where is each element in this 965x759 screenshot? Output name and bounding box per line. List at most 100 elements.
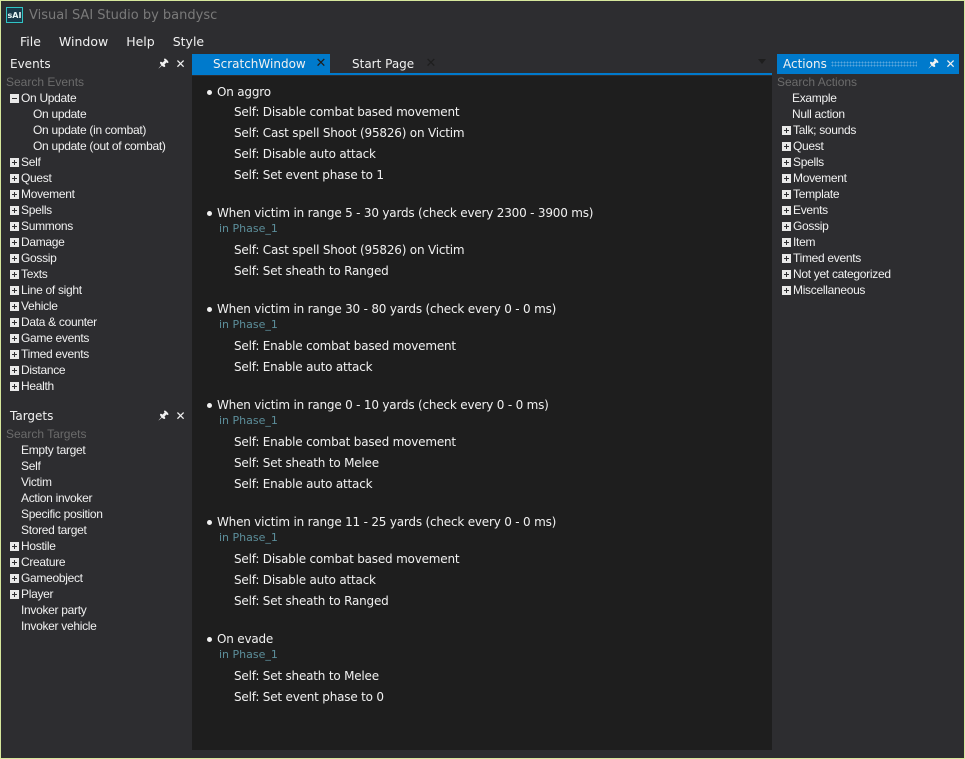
actions-search-input[interactable]: Search Actions <box>777 74 959 90</box>
event-title[interactable]: On evade <box>207 630 772 649</box>
tree-item-damage[interactable]: Damage <box>1 234 189 250</box>
expand-icon[interactable] <box>10 317 19 327</box>
script-editor[interactable]: On aggro Self: Disable combat based movem… <box>192 76 772 750</box>
event-action[interactable]: Self: Enable combat based movement <box>207 432 772 453</box>
expand-icon[interactable] <box>10 269 19 279</box>
menu-window[interactable]: Window <box>50 34 117 49</box>
tree-item-on-update-out-of-combat[interactable]: On update (out of combat) <box>1 138 189 154</box>
expand-icon[interactable] <box>782 205 791 215</box>
expand-icon[interactable] <box>782 157 791 167</box>
tree-item-timed-events[interactable]: Timed events <box>777 250 959 266</box>
tree-item-gameobject[interactable]: Gameobject <box>1 570 189 586</box>
menu-style[interactable]: Style <box>164 34 213 49</box>
expand-icon[interactable] <box>10 349 19 359</box>
script-event[interactable]: When victim in range 5 - 30 yards (check… <box>207 204 772 282</box>
tree-item-self[interactable]: Self <box>1 154 189 170</box>
expand-icon[interactable] <box>10 253 19 263</box>
tree-item-action-invoker[interactable]: Action invoker <box>1 490 189 506</box>
expand-icon[interactable] <box>782 189 791 199</box>
tree-item-on-update[interactable]: On update <box>1 106 189 122</box>
tree-item-self[interactable]: Self <box>1 458 189 474</box>
event-action[interactable]: Self: Disable auto attack <box>207 144 772 165</box>
tree-item-victim[interactable]: Victim <box>1 474 189 490</box>
tree-item-spells[interactable]: Spells <box>1 202 189 218</box>
tree-item-quest[interactable]: Quest <box>1 170 189 186</box>
event-action[interactable]: Self: Disable auto attack <box>207 570 772 591</box>
tree-item-miscellaneous[interactable]: Miscellaneous <box>777 282 959 298</box>
event-action[interactable]: Self: Cast spell Shoot (95826) on Victim <box>207 240 772 261</box>
expand-icon[interactable] <box>10 173 19 183</box>
menu-help[interactable]: Help <box>117 34 164 49</box>
event-action[interactable]: Self: Set sheath to Ranged <box>207 261 772 282</box>
expand-icon[interactable] <box>782 141 791 151</box>
expand-icon[interactable] <box>10 541 19 551</box>
tree-item-vehicle[interactable]: Vehicle <box>1 298 189 314</box>
tree-item-template[interactable]: Template <box>777 186 959 202</box>
event-action[interactable]: Self: Disable combat based movement <box>207 102 772 123</box>
tab-scratch-window[interactable]: ScratchWindow ✕ <box>192 54 330 73</box>
close-icon[interactable]: ✕ <box>172 57 189 71</box>
event-action[interactable]: Self: Enable auto attack <box>207 474 772 495</box>
tree-item-hostile[interactable]: Hostile <box>1 538 189 554</box>
expand-icon[interactable] <box>782 125 791 135</box>
expand-icon[interactable] <box>10 557 19 567</box>
expand-icon[interactable] <box>10 589 19 599</box>
menu-file[interactable]: File <box>11 34 50 49</box>
expand-icon[interactable] <box>10 285 19 295</box>
tree-item-on-update[interactable]: On Update <box>1 90 189 106</box>
tree-item-texts[interactable]: Texts <box>1 266 189 282</box>
event-title[interactable]: On aggro <box>207 83 772 102</box>
expand-icon[interactable] <box>10 301 19 311</box>
script-event[interactable]: On evade in Phase_1 Self: Set sheath to Me… <box>207 630 772 708</box>
event-title[interactable]: When victim in range 0 - 10 yards (check… <box>207 396 772 415</box>
tree-item-example[interactable]: Example <box>777 90 959 106</box>
tree-item-item[interactable]: Item <box>777 234 959 250</box>
tree-item-data-counter[interactable]: Data & counter <box>1 314 189 330</box>
script-event[interactable]: When victim in range 30 - 80 yards (chec… <box>207 300 772 378</box>
tree-item-game-events[interactable]: Game events <box>1 330 189 346</box>
tab-start-page[interactable]: Start Page ✕ <box>330 54 440 73</box>
tree-item-spells[interactable]: Spells <box>777 154 959 170</box>
tree-item-null-action[interactable]: Null action <box>777 106 959 122</box>
tree-item-distance[interactable]: Distance <box>1 362 189 378</box>
expand-icon[interactable] <box>10 381 19 391</box>
script-event[interactable]: On aggro Self: Disable combat based movem… <box>207 83 772 186</box>
tree-item-quest[interactable]: Quest <box>777 138 959 154</box>
expand-icon[interactable] <box>10 205 19 215</box>
expand-icon[interactable] <box>782 269 791 279</box>
event-action[interactable]: Self: Enable combat based movement <box>207 336 772 357</box>
tree-item-empty-target[interactable]: Empty target <box>1 442 189 458</box>
event-title[interactable]: When victim in range 11 - 25 yards (chec… <box>207 513 772 532</box>
drag-grip[interactable] <box>830 61 917 67</box>
pin-icon[interactable]: 🖈︎ <box>155 54 172 75</box>
events-search-input[interactable]: Search Events <box>1 74 189 90</box>
targets-search-input[interactable]: Search Targets <box>1 426 189 442</box>
event-action[interactable]: Self: Disable combat based movement <box>207 549 772 570</box>
expand-icon[interactable] <box>10 157 19 167</box>
tree-item-gossip[interactable]: Gossip <box>777 218 959 234</box>
close-icon[interactable]: ✕ <box>172 409 189 423</box>
expand-icon[interactable] <box>10 237 19 247</box>
expand-icon[interactable] <box>782 253 791 263</box>
tree-item-stored-target[interactable]: Stored target <box>1 522 189 538</box>
tree-item-line-of-sight[interactable]: Line of sight <box>1 282 189 298</box>
tree-item-not-yet-categorized[interactable]: Not yet categorized <box>777 266 959 282</box>
tree-item-summons[interactable]: Summons <box>1 218 189 234</box>
expand-icon[interactable] <box>10 365 19 375</box>
tree-item-player[interactable]: Player <box>1 586 189 602</box>
pin-icon[interactable]: 🖈︎ <box>155 406 172 427</box>
pin-icon[interactable]: 🖈︎ <box>925 54 942 75</box>
event-action[interactable]: Self: Set sheath to Ranged <box>207 591 772 612</box>
tree-item-invoker-party[interactable]: Invoker party <box>1 602 189 618</box>
event-title[interactable]: When victim in range 30 - 80 yards (chec… <box>207 300 772 319</box>
tree-item-invoker-vehicle[interactable]: Invoker vehicle <box>1 618 189 634</box>
event-title[interactable]: When victim in range 5 - 30 yards (check… <box>207 204 772 223</box>
event-action[interactable]: Self: Set sheath to Melee <box>207 453 772 474</box>
event-action[interactable]: Self: Cast spell Shoot (95826) on Victim <box>207 123 772 144</box>
tree-item-movement[interactable]: Movement <box>777 170 959 186</box>
tree-item-events[interactable]: Events <box>777 202 959 218</box>
tree-item-health[interactable]: Health <box>1 378 189 394</box>
tree-item-gossip[interactable]: Gossip <box>1 250 189 266</box>
expand-icon[interactable] <box>10 573 19 583</box>
tree-item-creature[interactable]: Creature <box>1 554 189 570</box>
